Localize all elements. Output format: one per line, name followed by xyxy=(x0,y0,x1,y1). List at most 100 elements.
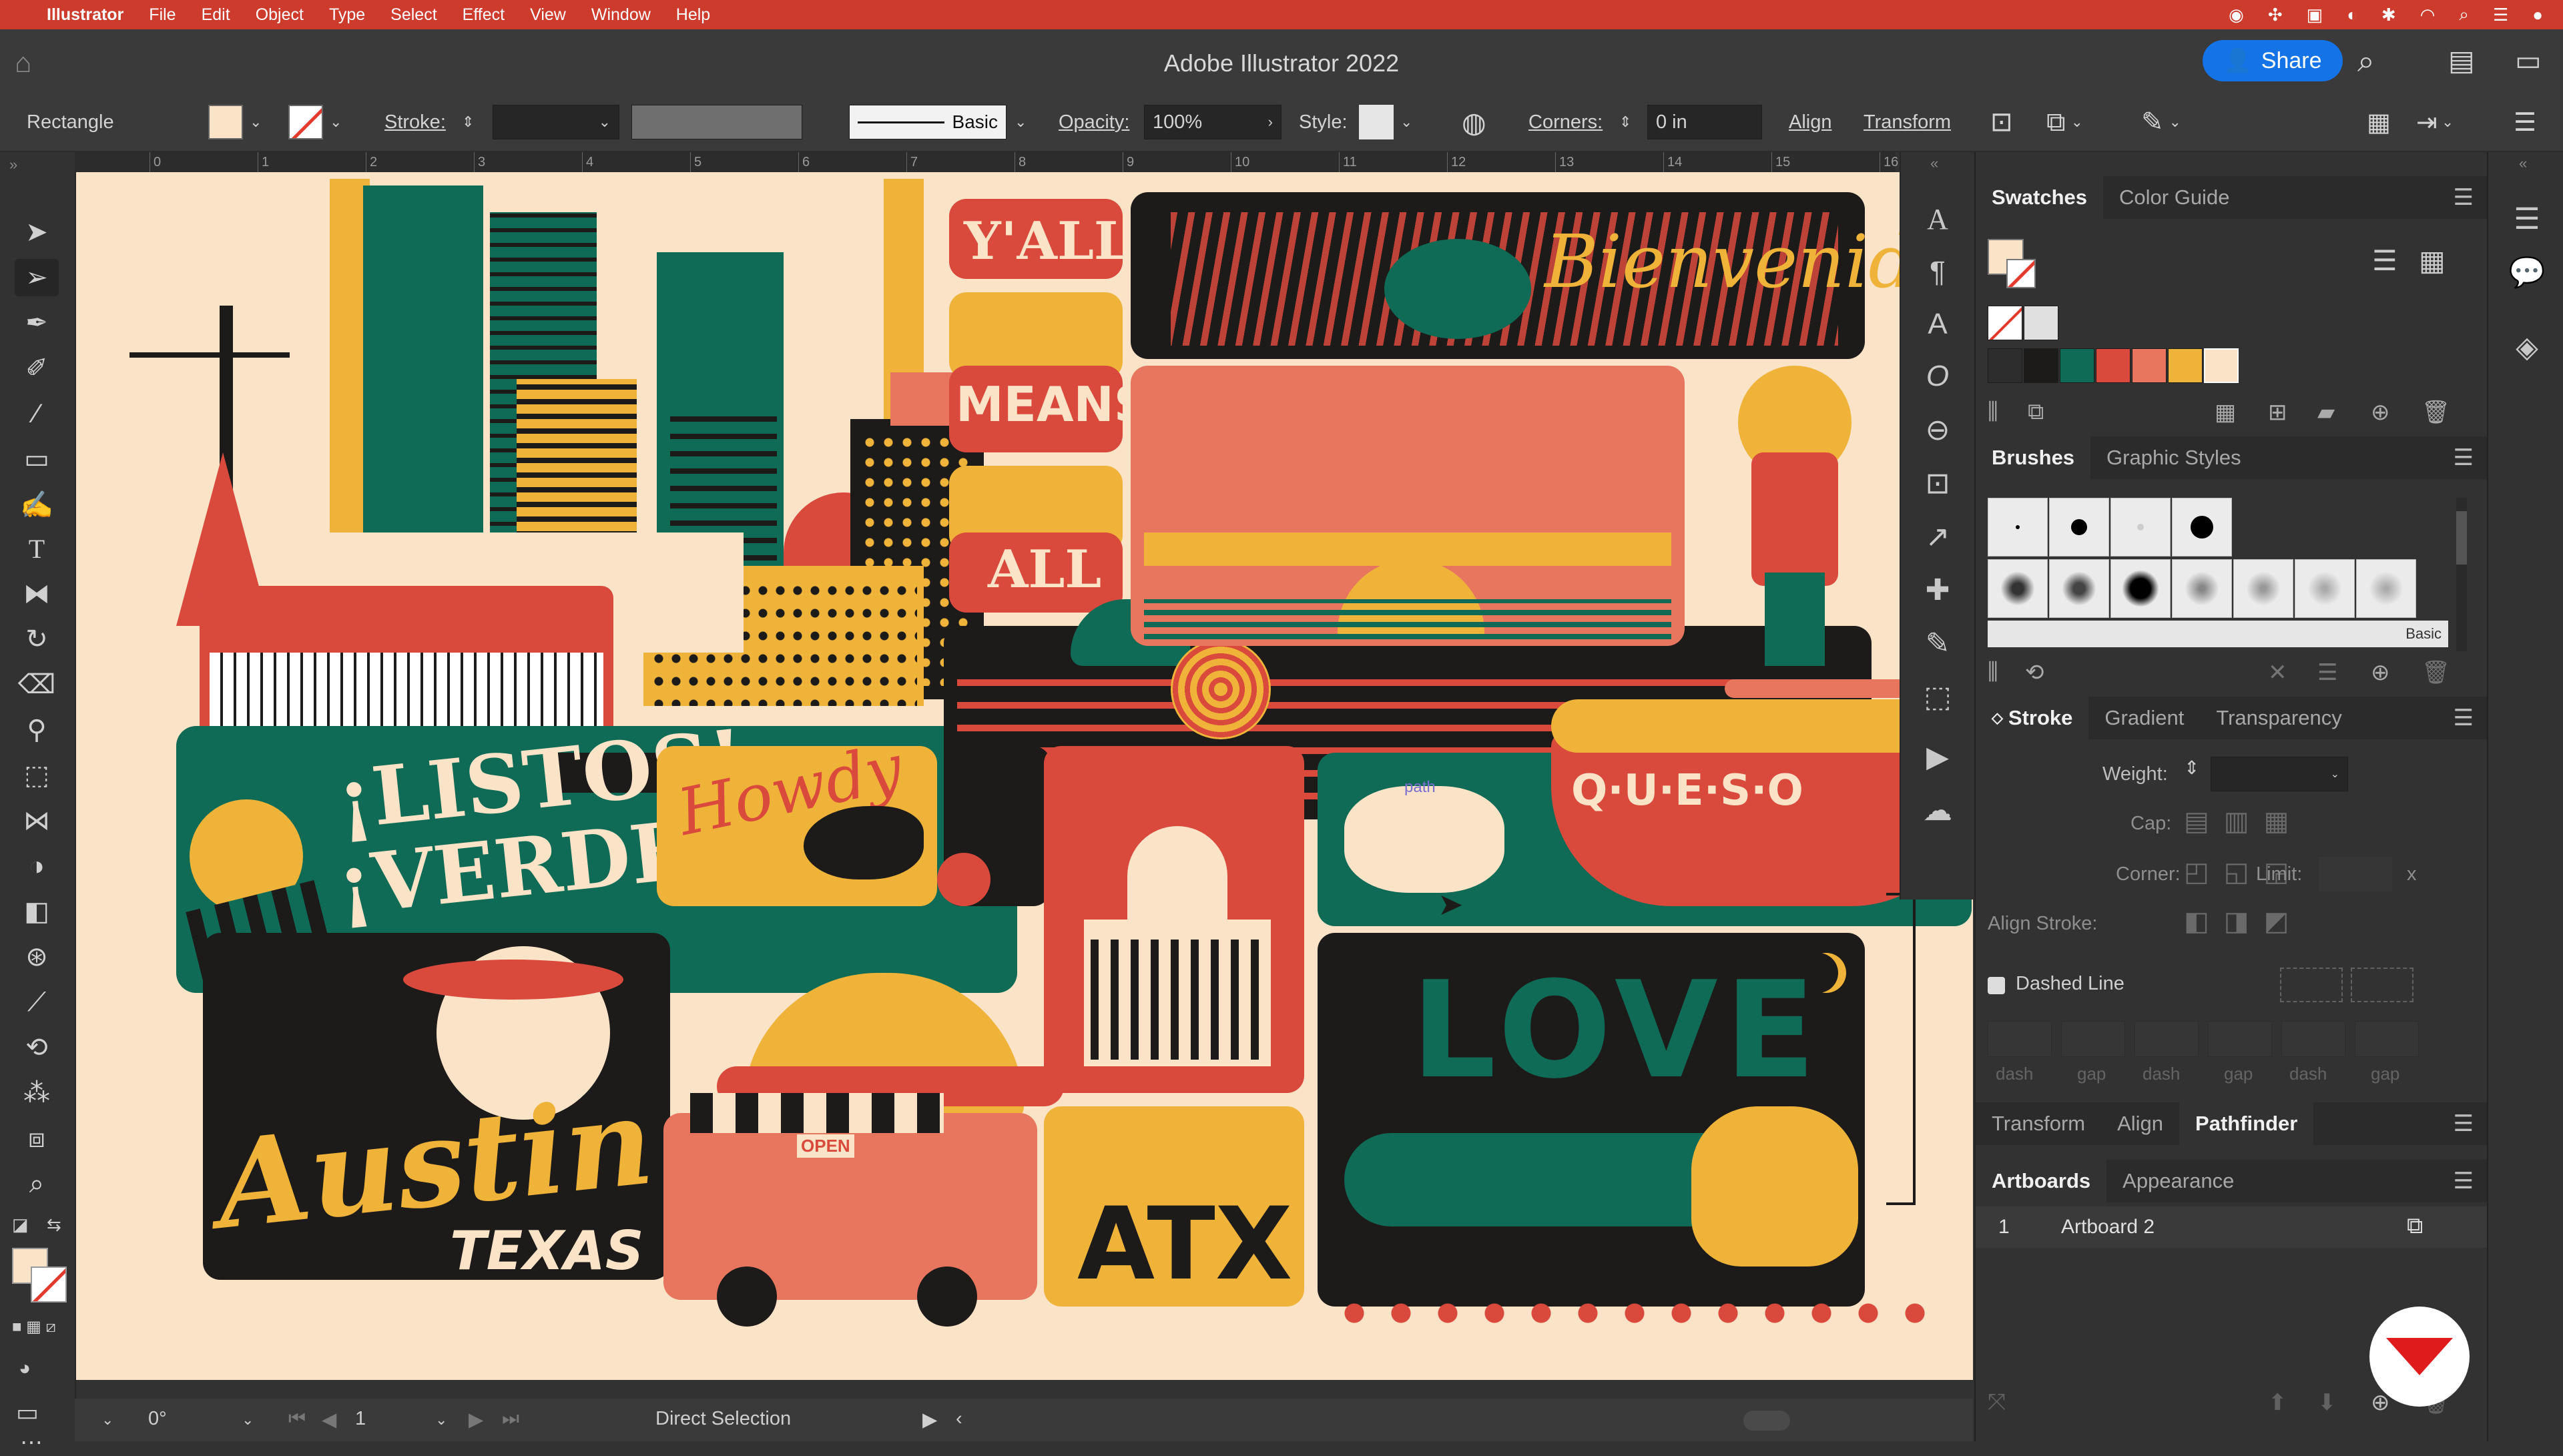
fill-swatch[interactable]: ⌄ xyxy=(208,93,262,151)
shape-modes-icon[interactable]: ⧉ ⌄ xyxy=(2046,93,2083,151)
brush-options-icon[interactable]: ☰ xyxy=(2317,659,2337,686)
distribute-icon[interactable]: ⇥ ⌄ xyxy=(2416,93,2454,151)
brush-soft-dot[interactable] xyxy=(2110,498,2171,557)
horizontal-scrollbar-thumb[interactable] xyxy=(1743,1411,1790,1431)
tab-gradient[interactable]: Gradient xyxy=(2088,697,2200,739)
puppet-warp-tool-icon[interactable]: ⚲ xyxy=(15,711,59,749)
paragraph-panel-icon[interactable]: ¶ xyxy=(1918,252,1958,292)
artboard-options-icon[interactable]: ⧉ xyxy=(2407,1213,2423,1239)
puppet-warp-icon[interactable]: ✎ ⌄ xyxy=(2141,93,2181,151)
blend-tool-icon[interactable]: ⟲ xyxy=(15,1029,59,1066)
stroke-label[interactable]: Stroke: xyxy=(384,93,446,151)
rotation-dropdown[interactable]: ⌄ xyxy=(242,1408,254,1430)
cap-buttons[interactable]: ▤▥▦ xyxy=(2184,806,2303,837)
align-stroke-buttons[interactable]: ◧◨◩ xyxy=(2184,906,2303,937)
siri-icon[interactable]: ● xyxy=(2532,5,2543,25)
artboard-number[interactable]: 1 xyxy=(355,1408,366,1430)
arrange-icon[interactable]: ▦ xyxy=(2367,93,2391,151)
new-brush-icon[interactable]: ⊕ xyxy=(2371,659,2390,686)
rotation-value[interactable]: 0° xyxy=(148,1408,167,1430)
brush-libraries-icon[interactable]: ⫼ xyxy=(1988,659,1998,685)
scroll-left-arrow[interactable]: ‹ xyxy=(956,1408,962,1430)
brushes-panel-icon[interactable]: ✎ xyxy=(1918,623,1958,663)
rotate-view-dropdown[interactable]: ⌄ xyxy=(101,1408,113,1430)
artboard-dropdown[interactable]: ⌄ xyxy=(435,1408,447,1430)
corners-label[interactable]: Corners: xyxy=(1528,93,1603,151)
new-swatch-icon[interactable]: ⊕ xyxy=(2371,399,2390,426)
new-color-group-icon[interactable]: ⊞ xyxy=(2268,399,2287,426)
stroke-swatch[interactable]: ⌄ xyxy=(288,93,342,151)
transform-link[interactable]: Transform xyxy=(1864,93,1951,151)
pathfinder-menu-icon[interactable]: ☰ xyxy=(2454,1110,2474,1137)
opacity-label[interactable]: Opacity: xyxy=(1059,93,1129,151)
menu-help[interactable]: Help xyxy=(676,5,710,25)
status-app-icon-2[interactable]: ▣ xyxy=(2307,5,2323,25)
bluetooth-icon[interactable]: ✱ xyxy=(2381,5,2396,25)
menu-file[interactable]: File xyxy=(149,5,176,25)
tab-swatches[interactable]: Swatches xyxy=(1976,176,2104,219)
dash-input-1[interactable] xyxy=(1988,1021,2052,1057)
libraries-panel-icon[interactable]: ☁ xyxy=(1918,790,1958,830)
type-tool-icon[interactable]: T xyxy=(15,530,59,567)
corners-input[interactable]: 0 in xyxy=(1647,93,1762,151)
width-tool-icon[interactable]: ⋈ xyxy=(15,802,59,839)
asset-export-icon[interactable]: ↗ xyxy=(1918,516,1958,557)
eyedropper-tool-icon[interactable]: ⟋ xyxy=(15,984,59,1021)
brush-tiny-dot[interactable] xyxy=(1988,498,2048,557)
zoom-tool-icon[interactable]: ⌕ xyxy=(15,1165,59,1202)
brush-definition-dropdown[interactable]: Basic ⌄ xyxy=(849,93,1027,151)
delete-swatch-icon[interactable]: 🗑 xyxy=(2422,399,2450,426)
status-app-icon-3[interactable]: ◐ xyxy=(2347,5,2357,25)
brush-splatter-1[interactable] xyxy=(1988,559,2048,618)
menu-type[interactable]: Type xyxy=(329,5,365,25)
swatch-libraries-icon[interactable]: ⫼ xyxy=(1988,399,1998,425)
brush-splatter-7[interactable] xyxy=(2356,559,2416,618)
swatch-black[interactable] xyxy=(2024,348,2058,383)
move-down-icon[interactable]: ⬇ xyxy=(2317,1389,2337,1416)
horizontal-ruler[interactable]: 0 1 2 3 4 5 6 7 8 9 10 11 12 13 14 15 16 xyxy=(75,152,1898,173)
menu-window[interactable]: Window xyxy=(591,5,651,25)
workspace-switcher-icon[interactable]: ▤ xyxy=(2448,44,2475,77)
preserve-dash-icon[interactable] xyxy=(2280,968,2343,1002)
rotate-tool-icon[interactable]: ↻ xyxy=(15,621,59,658)
opacity-input[interactable]: 100% › xyxy=(1144,93,1282,151)
opentype-panel-icon[interactable]: O xyxy=(1918,356,1958,396)
swatch-green[interactable] xyxy=(2060,348,2094,383)
mesh-tool-icon[interactable]: ⊛ xyxy=(15,938,59,976)
wifi-icon[interactable]: ◠ xyxy=(2420,5,2436,25)
swap-fill-stroke-icon[interactable]: ⇆ xyxy=(47,1214,61,1235)
show-kinds-icon[interactable]: ⧉ xyxy=(2028,399,2044,425)
eraser-tool-icon[interactable]: ⌫ xyxy=(15,666,59,703)
menu-effect[interactable]: Effect xyxy=(463,5,505,25)
tab-graphic-styles[interactable]: Graphic Styles xyxy=(2090,436,2257,479)
limit-input[interactable] xyxy=(2319,857,2392,891)
list-view-icon[interactable]: ☰ xyxy=(2372,244,2397,277)
stroke-menu-icon[interactable]: ☰ xyxy=(2454,705,2474,731)
pen-tool-icon[interactable]: ✒ xyxy=(15,304,59,342)
links-panel-icon[interactable]: ⊖ xyxy=(1918,410,1958,450)
weight-stepper[interactable]: ⇕ xyxy=(2184,757,2199,779)
character-panel-icon[interactable]: A xyxy=(1918,199,1958,239)
swatch-coral[interactable] xyxy=(2132,348,2167,383)
align-link[interactable]: Align xyxy=(1789,93,1832,151)
rectangle-tool-icon[interactable]: ▭ xyxy=(15,440,59,478)
control-bar-menu-icon[interactable]: ☰ xyxy=(2514,93,2536,151)
search-icon[interactable]: ⌕ xyxy=(2357,43,2375,80)
stroke-weight-stepper[interactable]: ⇕ xyxy=(462,93,474,151)
swatch-yellow[interactable] xyxy=(2168,348,2203,383)
expand-strip-icon[interactable]: « xyxy=(1930,155,1938,172)
direct-selection-tool-icon[interactable]: ➢ xyxy=(15,259,59,296)
status-app-icon[interactable]: ✣ xyxy=(2268,5,2283,25)
variable-width-profile[interactable] xyxy=(631,93,802,151)
graphic-style-picker[interactable]: ⌄ xyxy=(1359,93,1412,151)
artboards-menu-icon[interactable]: ☰ xyxy=(2454,1168,2474,1194)
menu-edit[interactable]: Edit xyxy=(202,5,230,25)
artboard-tool-icon[interactable]: ⧈ xyxy=(15,1120,59,1157)
swatch-options-icon[interactable]: ▦ xyxy=(2215,399,2236,426)
tab-brushes[interactable]: Brushes xyxy=(1976,436,2091,479)
shape-builder-tool-icon[interactable]: ◑ xyxy=(15,847,59,885)
brush-splatter-6[interactable] xyxy=(2295,559,2355,618)
selection-tool-icon[interactable]: ➤ xyxy=(15,214,59,251)
stroke-weight-input[interactable]: ⌄ xyxy=(493,93,619,151)
brush-splatter-3[interactable] xyxy=(2110,559,2171,618)
